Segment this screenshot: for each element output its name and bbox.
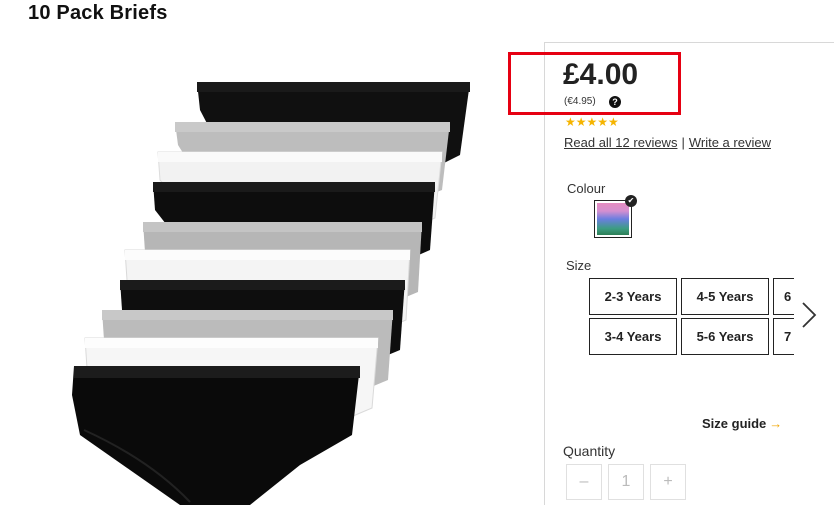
reviews-separator: | xyxy=(681,135,685,150)
brief-10 xyxy=(72,366,360,505)
colour-label: Colour xyxy=(567,181,606,196)
product-title: 10 Pack Briefs xyxy=(28,2,168,24)
size-guide-label: Size guide xyxy=(702,416,767,431)
colour-swatch-fill xyxy=(597,203,629,235)
quantity-decrease-button[interactable]: – xyxy=(566,464,602,500)
quantity-increase-button[interactable]: + xyxy=(650,464,686,500)
quantity-input[interactable]: 1 xyxy=(608,464,644,500)
help-icon[interactable]: ? xyxy=(609,96,621,108)
read-reviews-link[interactable]: Read all 12 reviews xyxy=(564,135,677,150)
size-option-6[interactable]: 6 xyxy=(773,278,794,315)
size-option-4-5-years[interactable]: 4-5 Years xyxy=(681,278,769,315)
reviews-links: Read all 12 reviews | Write a review xyxy=(564,135,771,150)
price-euro: (€4.95) xyxy=(564,96,596,107)
size-guide-link[interactable]: Size guide → xyxy=(702,416,782,431)
size-option-7[interactable]: 7 xyxy=(773,318,794,355)
arrow-right-icon: → xyxy=(769,416,783,431)
quantity-label: Quantity xyxy=(563,443,616,459)
write-review-link[interactable]: Write a review xyxy=(689,135,771,150)
price: £4.00 xyxy=(563,58,639,91)
panel-divider-horizontal xyxy=(544,42,834,43)
size-label: Size xyxy=(566,258,592,273)
colour-swatch[interactable]: ✔ xyxy=(594,195,637,238)
size-options: 2-3 Years 4-5 Years 6 3-4 Years 5-6 Year… xyxy=(589,278,794,358)
size-option-5-6-years[interactable]: 5-6 Years xyxy=(681,318,769,355)
product-image xyxy=(72,82,470,505)
size-option-3-4-years[interactable]: 3-4 Years xyxy=(589,318,677,355)
check-icon: ✔ xyxy=(625,195,637,207)
chevron-right-icon[interactable] xyxy=(800,300,818,330)
rating-stars: ★★★★★ xyxy=(565,115,619,129)
size-option-2-3-years[interactable]: 2-3 Years xyxy=(589,278,677,315)
